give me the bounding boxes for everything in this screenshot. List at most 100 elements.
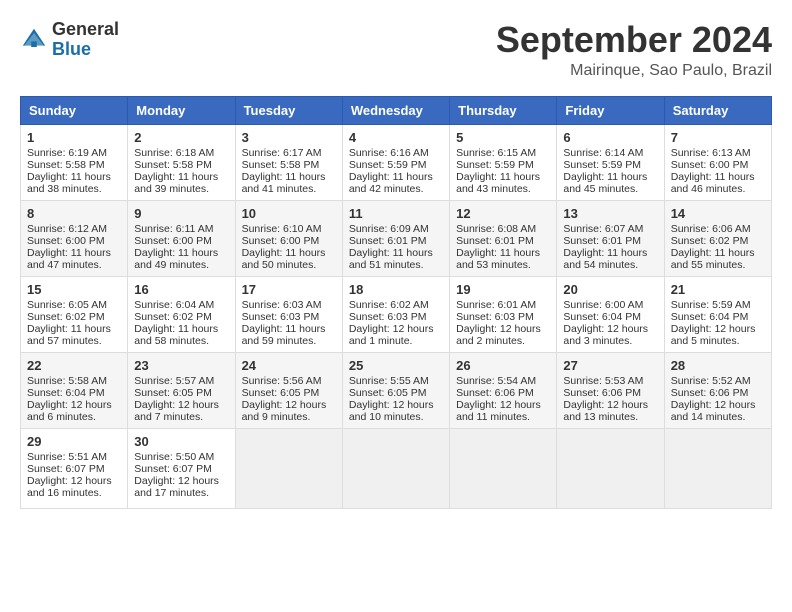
daylight-label: Daylight: 12 hours and 3 minutes. [563, 323, 648, 347]
calendar-cell [557, 428, 664, 508]
day-number: 20 [563, 282, 657, 297]
day-number: 25 [349, 358, 443, 373]
sunrise-label: Sunrise: 6:12 AM [27, 223, 107, 235]
header-day-tuesday: Tuesday [235, 96, 342, 124]
sunset-label: Sunset: 6:07 PM [134, 463, 212, 475]
header-day-wednesday: Wednesday [342, 96, 449, 124]
calendar-week-1: 1 Sunrise: 6:19 AM Sunset: 5:58 PM Dayli… [21, 124, 772, 200]
header-day-monday: Monday [128, 96, 235, 124]
logo-general: General [52, 19, 119, 39]
page-header: General Blue September 2024 Mairinque, S… [20, 20, 772, 80]
header-day-saturday: Saturday [664, 96, 771, 124]
day-number: 29 [27, 434, 121, 449]
sunrise-label: Sunrise: 6:16 AM [349, 147, 429, 159]
day-number: 6 [563, 130, 657, 145]
calendar-header: SundayMondayTuesdayWednesdayThursdayFrid… [21, 96, 772, 124]
logo-text: General Blue [52, 20, 119, 60]
sunset-label: Sunset: 6:07 PM [27, 463, 105, 475]
calendar-cell: 9 Sunrise: 6:11 AM Sunset: 6:00 PM Dayli… [128, 200, 235, 276]
day-number: 30 [134, 434, 228, 449]
sunset-label: Sunset: 6:01 PM [456, 235, 534, 247]
calendar-cell: 21 Sunrise: 5:59 AM Sunset: 6:04 PM Dayl… [664, 276, 771, 352]
calendar-cell: 23 Sunrise: 5:57 AM Sunset: 6:05 PM Dayl… [128, 352, 235, 428]
calendar-body: 1 Sunrise: 6:19 AM Sunset: 5:58 PM Dayli… [21, 124, 772, 508]
sunrise-label: Sunrise: 6:11 AM [134, 223, 213, 235]
sunset-label: Sunset: 6:03 PM [349, 311, 427, 323]
calendar-cell: 28 Sunrise: 5:52 AM Sunset: 6:06 PM Dayl… [664, 352, 771, 428]
day-number: 4 [349, 130, 443, 145]
sunrise-label: Sunrise: 6:02 AM [349, 299, 429, 311]
calendar-cell: 1 Sunrise: 6:19 AM Sunset: 5:58 PM Dayli… [21, 124, 128, 200]
sunrise-label: Sunrise: 6:18 AM [134, 147, 214, 159]
calendar-cell: 19 Sunrise: 6:01 AM Sunset: 6:03 PM Dayl… [450, 276, 557, 352]
sunrise-label: Sunrise: 6:10 AM [242, 223, 322, 235]
daylight-label: Daylight: 11 hours and 38 minutes. [27, 171, 111, 195]
daylight-label: Daylight: 11 hours and 54 minutes. [563, 247, 647, 271]
sunset-label: Sunset: 6:00 PM [671, 159, 749, 171]
sunset-label: Sunset: 5:58 PM [242, 159, 320, 171]
day-number: 19 [456, 282, 550, 297]
daylight-label: Daylight: 11 hours and 45 minutes. [563, 171, 647, 195]
sunrise-label: Sunrise: 6:01 AM [456, 299, 536, 311]
daylight-label: Daylight: 11 hours and 39 minutes. [134, 171, 218, 195]
day-number: 24 [242, 358, 336, 373]
logo-icon [20, 26, 48, 54]
sunset-label: Sunset: 6:06 PM [671, 387, 749, 399]
sunrise-label: Sunrise: 6:00 AM [563, 299, 643, 311]
calendar-cell: 29 Sunrise: 5:51 AM Sunset: 6:07 PM Dayl… [21, 428, 128, 508]
daylight-label: Daylight: 12 hours and 6 minutes. [27, 399, 112, 423]
day-number: 10 [242, 206, 336, 221]
day-number: 18 [349, 282, 443, 297]
calendar-cell: 2 Sunrise: 6:18 AM Sunset: 5:58 PM Dayli… [128, 124, 235, 200]
sunrise-label: Sunrise: 6:15 AM [456, 147, 536, 159]
header-day-thursday: Thursday [450, 96, 557, 124]
daylight-label: Daylight: 11 hours and 47 minutes. [27, 247, 111, 271]
calendar-table: SundayMondayTuesdayWednesdayThursdayFrid… [20, 96, 772, 509]
day-number: 1 [27, 130, 121, 145]
sunset-label: Sunset: 6:01 PM [563, 235, 641, 247]
calendar-cell [342, 428, 449, 508]
logo: General Blue [20, 20, 119, 60]
sunset-label: Sunset: 5:59 PM [349, 159, 427, 171]
daylight-label: Daylight: 11 hours and 53 minutes. [456, 247, 540, 271]
sunrise-label: Sunrise: 5:55 AM [349, 375, 429, 387]
calendar-cell: 13 Sunrise: 6:07 AM Sunset: 6:01 PM Dayl… [557, 200, 664, 276]
sunset-label: Sunset: 5:58 PM [27, 159, 105, 171]
daylight-label: Daylight: 12 hours and 7 minutes. [134, 399, 219, 423]
calendar-cell: 20 Sunrise: 6:00 AM Sunset: 6:04 PM Dayl… [557, 276, 664, 352]
calendar-cell: 17 Sunrise: 6:03 AM Sunset: 6:03 PM Dayl… [235, 276, 342, 352]
sunrise-label: Sunrise: 6:13 AM [671, 147, 751, 159]
daylight-label: Daylight: 12 hours and 13 minutes. [563, 399, 648, 423]
daylight-label: Daylight: 12 hours and 1 minute. [349, 323, 434, 347]
sunset-label: Sunset: 6:03 PM [456, 311, 534, 323]
sunset-label: Sunset: 6:05 PM [134, 387, 212, 399]
calendar-cell: 26 Sunrise: 5:54 AM Sunset: 6:06 PM Dayl… [450, 352, 557, 428]
daylight-label: Daylight: 11 hours and 55 minutes. [671, 247, 755, 271]
sunrise-label: Sunrise: 6:17 AM [242, 147, 322, 159]
calendar-cell: 11 Sunrise: 6:09 AM Sunset: 6:01 PM Dayl… [342, 200, 449, 276]
day-number: 22 [27, 358, 121, 373]
day-number: 14 [671, 206, 765, 221]
daylight-label: Daylight: 11 hours and 59 minutes. [242, 323, 326, 347]
day-number: 12 [456, 206, 550, 221]
daylight-label: Daylight: 11 hours and 58 minutes. [134, 323, 218, 347]
calendar-cell: 3 Sunrise: 6:17 AM Sunset: 5:58 PM Dayli… [235, 124, 342, 200]
calendar-cell: 22 Sunrise: 5:58 AM Sunset: 6:04 PM Dayl… [21, 352, 128, 428]
daylight-label: Daylight: 11 hours and 49 minutes. [134, 247, 218, 271]
sunset-label: Sunset: 6:05 PM [349, 387, 427, 399]
calendar-cell: 7 Sunrise: 6:13 AM Sunset: 6:00 PM Dayli… [664, 124, 771, 200]
sunrise-label: Sunrise: 6:19 AM [27, 147, 107, 159]
calendar-cell [664, 428, 771, 508]
day-number: 8 [27, 206, 121, 221]
daylight-label: Daylight: 11 hours and 46 minutes. [671, 171, 755, 195]
calendar-cell: 15 Sunrise: 6:05 AM Sunset: 6:02 PM Dayl… [21, 276, 128, 352]
calendar-cell [450, 428, 557, 508]
day-number: 27 [563, 358, 657, 373]
day-number: 11 [349, 206, 443, 221]
sunrise-label: Sunrise: 5:57 AM [134, 375, 214, 387]
calendar-week-2: 8 Sunrise: 6:12 AM Sunset: 6:00 PM Dayli… [21, 200, 772, 276]
day-number: 28 [671, 358, 765, 373]
sunset-label: Sunset: 6:00 PM [134, 235, 212, 247]
daylight-label: Daylight: 12 hours and 11 minutes. [456, 399, 541, 423]
sunrise-label: Sunrise: 6:03 AM [242, 299, 322, 311]
